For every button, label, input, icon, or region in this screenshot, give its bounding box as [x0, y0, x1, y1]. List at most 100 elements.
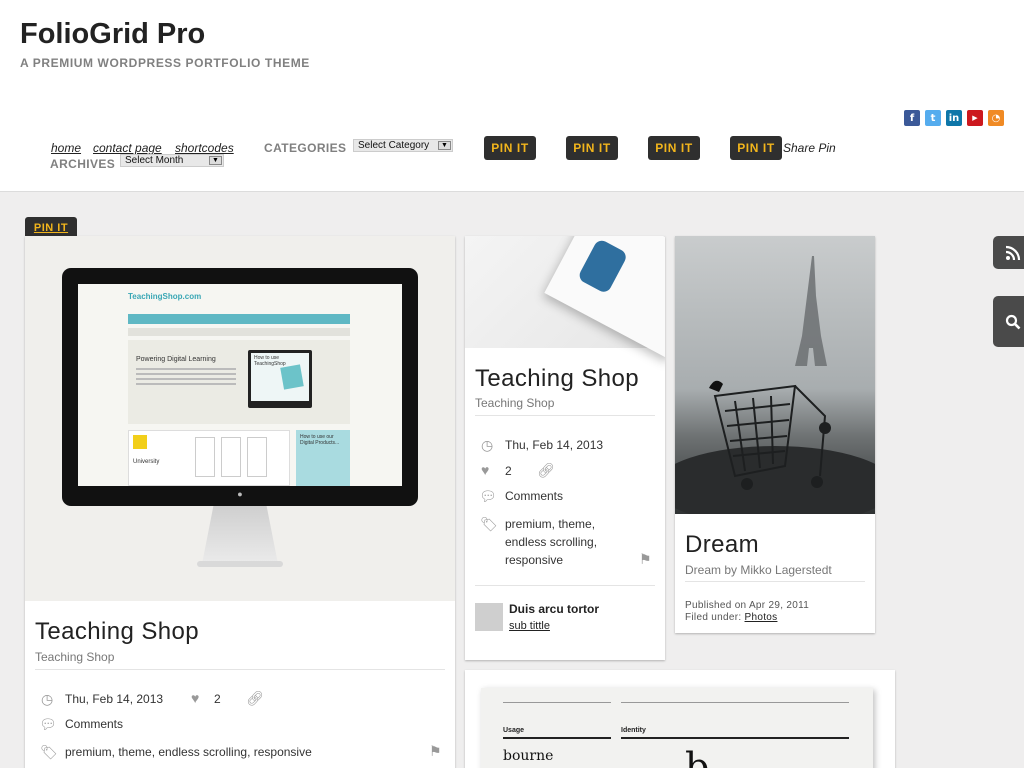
- comment-link[interactable]: sub tittle: [509, 620, 550, 632]
- card-subtitle: Teaching Shop: [35, 650, 115, 664]
- card-subtitle: Teaching Shop: [475, 396, 555, 410]
- like-count: 2: [505, 464, 512, 478]
- post-tags[interactable]: premium, theme, endless scrolling, respo…: [65, 745, 312, 759]
- link-icon[interactable]: 🔗︎: [537, 463, 555, 477]
- dream-photo: [675, 256, 875, 514]
- doc-large-glyph: b: [685, 745, 710, 768]
- youtube-icon[interactable]: ▶: [967, 110, 983, 126]
- clock-icon: ◷: [41, 691, 54, 707]
- rss-icon: [1005, 245, 1021, 260]
- post-date: Thu, Feb 14, 2013: [65, 692, 164, 706]
- screen-university-panel: University: [128, 430, 290, 486]
- categories-label: CATEGORIES: [264, 141, 347, 155]
- screen-hero: [128, 340, 350, 424]
- screen-howto: How to use TeachingShop: [254, 355, 286, 367]
- clock-icon: ◷: [481, 437, 494, 453]
- published-date: Published on Apr 29, 2011: [685, 600, 810, 611]
- screen-inner-monitor: How to use TeachingShop: [248, 350, 312, 408]
- divider: [685, 581, 865, 582]
- site-header: FolioGrid Pro A PREMIUM WORDPRESS PORTFO…: [0, 0, 1024, 192]
- pin-it-button-2[interactable]: PIN IT: [566, 136, 618, 160]
- apple-logo-icon: ●: [237, 489, 243, 499]
- divider: [475, 585, 655, 586]
- screen-heading: Powering Digital Learning: [136, 356, 216, 363]
- category-select-value: Select Category: [358, 140, 430, 151]
- nav-link-contact-page[interactable]: contact page: [93, 141, 162, 155]
- nav-link-shortcodes[interactable]: shortcodes: [175, 141, 234, 155]
- comments-link[interactable]: Comments: [505, 489, 563, 503]
- screen-howto-panel: How to use our Digital Products...: [296, 430, 350, 486]
- card-title[interactable]: Dream: [685, 531, 759, 559]
- avatar[interactable]: [475, 603, 503, 631]
- comment-author: Duis arcu tortor: [509, 602, 600, 616]
- link-icon[interactable]: 🔗︎: [246, 691, 264, 705]
- pin-it-button-4[interactable]: PIN IT: [730, 136, 782, 160]
- social-icons: f t in ▶ ◔: [904, 110, 1004, 126]
- screen-logo: TeachingShop.com: [128, 292, 202, 301]
- chevron-down-icon: ▼: [209, 156, 222, 165]
- tag-icon: 🏷︎: [40, 744, 58, 760]
- category-link[interactable]: Photos: [745, 612, 778, 623]
- card-image[interactable]: TeachingShop.com Powering Digital Learni…: [25, 236, 455, 601]
- post-tag-line-3[interactable]: responsive: [505, 553, 563, 567]
- divider: [35, 669, 445, 670]
- post-date: Thu, Feb 14, 2013: [505, 438, 604, 452]
- linkedin-icon[interactable]: in: [946, 110, 962, 126]
- divider: [475, 415, 655, 416]
- search-side-tab[interactable]: [993, 296, 1024, 347]
- archives-label: ARCHIVES: [50, 157, 116, 171]
- screen-howto2: How to use our Digital Products...: [300, 434, 340, 446]
- screen-search-bar: [128, 328, 350, 336]
- screen-university: University: [133, 459, 160, 465]
- nav-link-home[interactable]: home: [51, 141, 81, 155]
- flag-icon[interactable]: ⚑: [429, 744, 442, 758]
- card-title[interactable]: Teaching Shop: [475, 365, 639, 393]
- doc-col-usage: Usage: [503, 727, 525, 734]
- post-tag-line-2[interactable]: endless scrolling,: [505, 535, 597, 549]
- doc-col-identity: Identity: [621, 727, 646, 734]
- share-pin-link[interactable]: Share Pin: [783, 141, 836, 155]
- rss-icon[interactable]: ◔: [988, 110, 1004, 126]
- card-image[interactable]: Usage Identity bourne b: [481, 688, 873, 768]
- site-title[interactable]: FolioGrid Pro: [20, 18, 205, 51]
- heart-icon[interactable]: ♥: [481, 463, 489, 477]
- portfolio-card-dream[interactable]: Dream Dream by Mikko Lagerstedt Publishe…: [675, 236, 875, 633]
- box-print: [576, 237, 629, 295]
- portfolio-card-teaching-shop-small[interactable]: Teaching Shop Teaching Shop ◷ Thu, Feb 1…: [465, 236, 665, 660]
- card-subtitle: Dream by Mikko Lagerstedt: [685, 563, 832, 577]
- twitter-icon[interactable]: t: [925, 110, 941, 126]
- flag-icon[interactable]: ⚑: [639, 552, 652, 566]
- like-count: 2: [214, 692, 221, 706]
- tag-icon: 🏷︎: [480, 516, 498, 532]
- post-tag-line-1[interactable]: premium, theme,: [505, 517, 595, 531]
- rss-side-tab[interactable]: [993, 236, 1024, 269]
- portfolio-card-bourne[interactable]: Usage Identity bourne b: [465, 670, 895, 768]
- monitor-frame: TeachingShop.com Powering Digital Learni…: [62, 268, 418, 506]
- archives-select[interactable]: Select Month ▼: [120, 154, 224, 167]
- card-image[interactable]: [675, 236, 875, 514]
- pin-it-button-1[interactable]: PIN IT: [484, 136, 536, 160]
- filed-under-label: Filed under:: [685, 612, 742, 623]
- site-tagline: A PREMIUM WORDPRESS PORTFOLIO THEME: [20, 56, 310, 70]
- chevron-down-icon: ▼: [438, 141, 451, 150]
- monitor-screen: TeachingShop.com Powering Digital Learni…: [78, 284, 402, 486]
- portfolio-card-teaching-shop-large[interactable]: TeachingShop.com Powering Digital Learni…: [25, 236, 455, 768]
- card-title[interactable]: Teaching Shop: [35, 618, 199, 646]
- monitor-base: [197, 561, 283, 567]
- monitor-stand: [202, 506, 278, 564]
- pin-it-tab[interactable]: PIN IT: [25, 217, 77, 237]
- search-icon: [1005, 314, 1021, 329]
- heart-icon[interactable]: ♥: [191, 691, 199, 705]
- screen-text-lines: [136, 368, 236, 370]
- archives-select-value: Select Month: [125, 155, 184, 166]
- doc-word-bourne: bourne: [503, 748, 554, 764]
- filed-under: Filed under: Photos: [685, 612, 777, 623]
- card-image[interactable]: [465, 236, 665, 359]
- screen-owl: [280, 364, 304, 390]
- category-select[interactable]: Select Category ▼: [353, 139, 453, 152]
- screen-nav-bar: [128, 314, 350, 324]
- comment-icon: 💬︎: [39, 716, 57, 732]
- comments-link[interactable]: Comments: [65, 717, 123, 731]
- pin-it-button-3[interactable]: PIN IT: [648, 136, 700, 160]
- facebook-icon[interactable]: f: [904, 110, 920, 126]
